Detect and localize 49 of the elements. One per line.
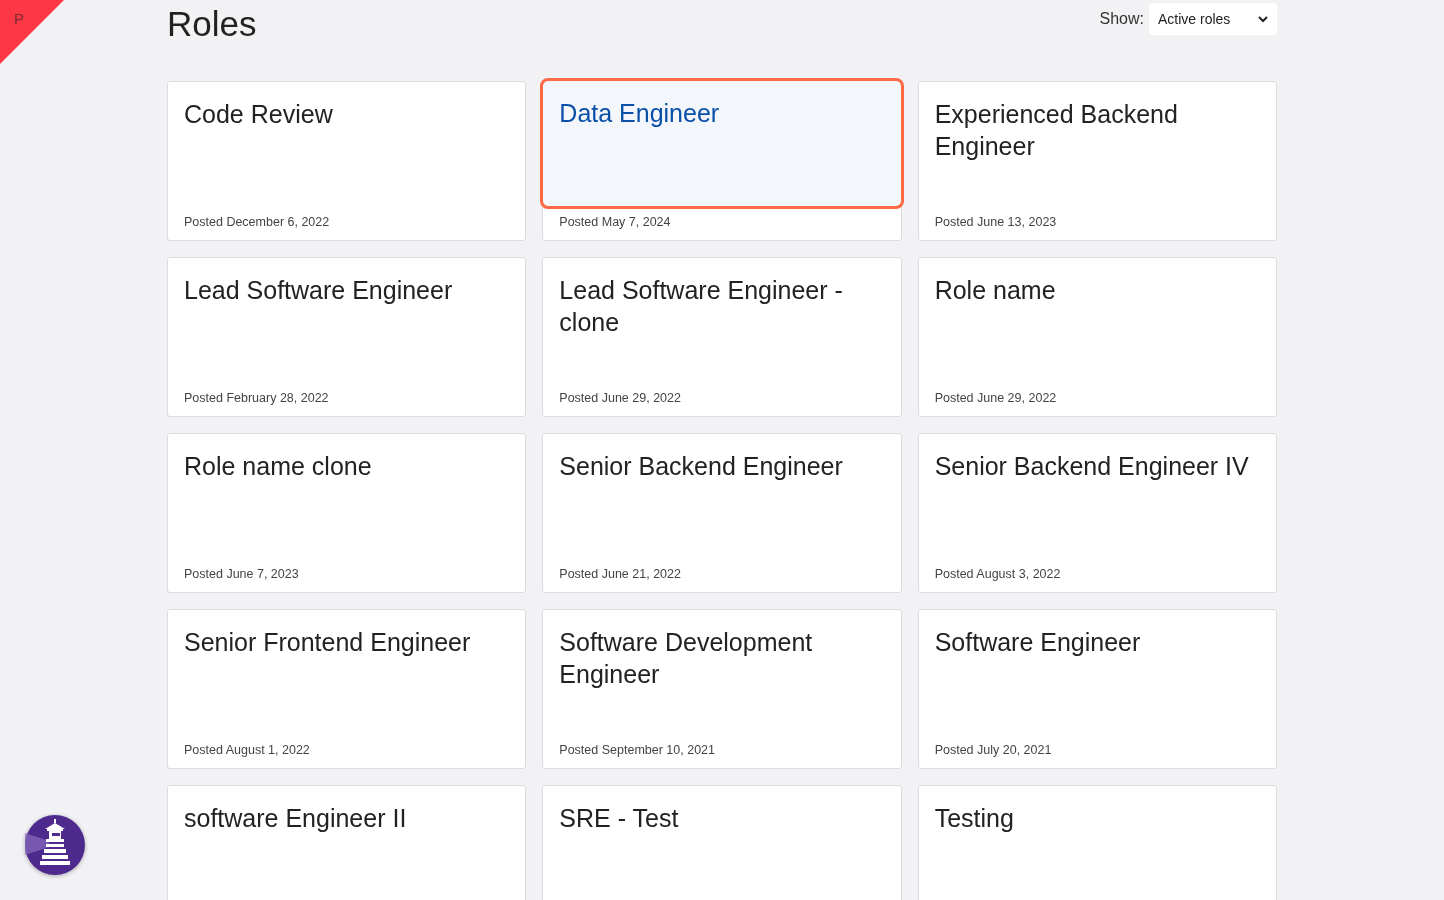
role-title: Lead Software Engineer - clone (559, 275, 844, 338)
role-card[interactable]: Code Review Posted December 6, 2022 (167, 81, 527, 241)
role-title: Senior Backend Engineer (559, 451, 844, 482)
role-title: Experienced Backend Engineer (934, 99, 1179, 162)
filter-label: Show: (1099, 10, 1144, 28)
posted-date: Posted June 7, 2023 (183, 567, 300, 583)
page-title: Roles (167, 3, 257, 45)
posted-date: Posted February 28, 2022 (183, 391, 330, 407)
role-card[interactable]: software Engineer II (167, 785, 527, 900)
role-title: Role name (934, 275, 1057, 306)
role-card[interactable]: Software Engineer Posted July 20, 2021 (917, 609, 1277, 769)
role-title: Testing (934, 803, 1015, 834)
role-title: Code Review (184, 99, 334, 130)
role-card[interactable]: Role name clone Posted June 7, 2023 (167, 433, 527, 593)
posted-date: Posted May 7, 2024 (558, 215, 672, 231)
role-card[interactable]: SRE - Test (542, 785, 902, 900)
role-title: Software Development Engineer (559, 627, 814, 690)
chevron-down-icon (1258, 15, 1268, 23)
role-title: SRE - Test (559, 803, 680, 834)
role-title: Senior Backend Engineer IV (934, 451, 1250, 482)
ribbon-label: P (14, 10, 24, 27)
roles-filter-dropdown[interactable]: Active roles (1149, 3, 1277, 35)
role-title: software Engineer II (184, 803, 408, 834)
role-card[interactable]: Lead Software Engineer Posted February 28, 2022 (167, 257, 527, 417)
posted-date: Posted June 13, 2023 (933, 215, 1058, 231)
role-title: Data Engineer (559, 98, 721, 129)
role-card[interactable]: Senior Frontend Engineer Posted August 1, 2022 (167, 609, 527, 769)
role-title: Role name clone (184, 451, 373, 482)
role-card[interactable]: Lead Software Engineer - clone Posted June 29, 2022 (542, 257, 902, 417)
role-card[interactable]: Testing (917, 785, 1277, 900)
role-card[interactable]: Senior Backend Engineer IV Posted August 3, 2022 (917, 433, 1277, 593)
lighthouse-icon[interactable] (25, 815, 85, 875)
posted-date: Posted December 6, 2022 (183, 215, 331, 231)
posted-date: Posted August 3, 2022 (933, 567, 1062, 583)
posted-date: Posted June 21, 2022 (558, 567, 682, 583)
posted-date: Posted June 29, 2022 (558, 391, 682, 407)
role-card[interactable]: Role name Posted June 29, 2022 (917, 257, 1277, 417)
posted-date: Posted July 20, 2021 (933, 743, 1053, 759)
posted-date: Posted June 29, 2022 (933, 391, 1058, 407)
posted-date: Posted September 10, 2021 (558, 743, 716, 759)
posted-date: Posted August 1, 2022 (183, 743, 311, 759)
role-card[interactable]: Senior Backend Engineer Posted June 21, 2022 (542, 433, 902, 593)
role-title: Software Engineer (934, 627, 1142, 658)
role-card[interactable]: Experienced Backend Engineer Posted June 13, 2023 (917, 81, 1277, 241)
role-title: Lead Software Engineer (184, 275, 454, 306)
role-link[interactable]: Data Engineer (540, 78, 904, 209)
role-card[interactable]: Software Development Engineer Posted September 10, 2021 (542, 609, 902, 769)
role-card[interactable]: Data Engineer Posted May 7, 2024 (542, 81, 902, 241)
role-title: Senior Frontend Engineer (184, 627, 472, 658)
